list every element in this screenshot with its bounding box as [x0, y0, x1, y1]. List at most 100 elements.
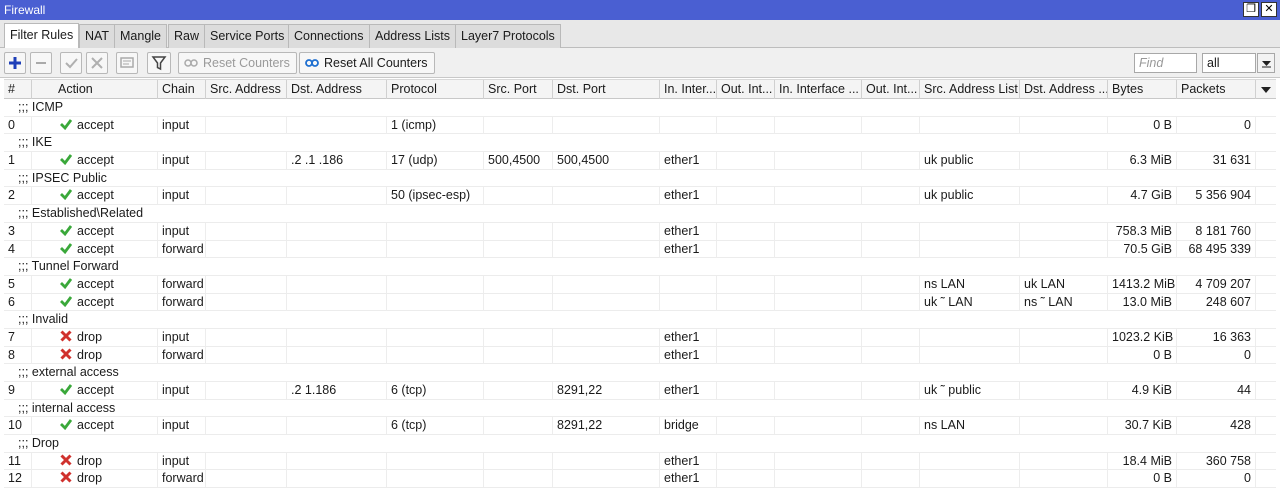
- table-row[interactable]: 12 drop forward ether1 0 B0: [4, 470, 1276, 489]
- column-menu-button[interactable]: [1256, 80, 1276, 99]
- chevron-down-icon: [1261, 87, 1271, 93]
- table-row[interactable]: 10 accept input 6 (tcp) 8291,22 bridge ns LAN 3…: [4, 417, 1276, 436]
- col-src-port: [484, 417, 553, 435]
- col-header-out-interface[interactable]: Out. Int...: [717, 80, 775, 99]
- table-row[interactable]: 11 drop input ether1 18.4 MiB 360 758: [4, 452, 1276, 471]
- col-in-interface-list: [775, 222, 862, 240]
- col-src-address: [206, 382, 287, 399]
- comment-row[interactable]: ;;; Invalid: [4, 311, 1276, 329]
- comment-row[interactable]: ;;; Tunnel Forward: [4, 258, 1276, 276]
- tab-bar: Filter Rules NAT Mangle Raw Service Port…: [0, 20, 1280, 49]
- tab-connections[interactable]: Connections: [288, 24, 370, 48]
- tab-nat[interactable]: NAT: [79, 24, 116, 48]
- table-row[interactable]: 6 accept forward uk ˜ LAN ns ˜ LAN 13.0 MiB 24…: [4, 293, 1276, 312]
- col-dst-port: [553, 346, 660, 364]
- col-out-interface-list: [862, 152, 920, 170]
- table-row[interactable]: 4 accept forward ether1 70.5 GiB 68 495 339: [4, 240, 1276, 259]
- comment-row[interactable]: ;;; external access: [4, 364, 1276, 382]
- table-row[interactable]: 7 drop input ether1 1023.2 KiB 16 363: [4, 328, 1276, 347]
- col-header-protocol[interactable]: Protocol: [387, 80, 484, 99]
- col-header-in-interface[interactable]: In. Inter...: [660, 80, 717, 99]
- col-header-src-address[interactable]: Src. Address: [206, 80, 287, 99]
- col-out-interface-list: [862, 293, 920, 311]
- comment-button[interactable]: [116, 52, 138, 74]
- comment-row[interactable]: ;;; Drop: [4, 435, 1276, 453]
- col-header-src-address-list[interactable]: Src. Address List: [920, 80, 1020, 99]
- comment-row[interactable]: ;;; IKE: [4, 134, 1276, 153]
- tab-address-lists[interactable]: Address Lists: [369, 24, 457, 48]
- col-src-port: [484, 328, 553, 346]
- accept-check-icon: [60, 384, 72, 395]
- col-chain: forward: [158, 470, 206, 488]
- tab-filter-rules[interactable]: Filter Rules: [4, 23, 80, 49]
- col-out-interface-list: [862, 346, 920, 364]
- col-src-port: [484, 346, 553, 364]
- col-dst-address: [287, 275, 387, 293]
- col-num: 9: [4, 382, 32, 399]
- tab-mangle[interactable]: Mangle: [114, 24, 167, 48]
- table-row[interactable]: 9 accept input .2 1.186 6 (tcp) 8291,22 ether1…: [4, 382, 1276, 400]
- col-header-dst-address[interactable]: Dst. Address: [287, 80, 387, 99]
- col-src-address-list: [920, 346, 1020, 364]
- col-header-out-interface-list[interactable]: Out. Int...: [862, 80, 920, 99]
- col-header-src-port[interactable]: Src. Port: [484, 80, 553, 99]
- close-icon[interactable]: ✕: [1261, 2, 1277, 17]
- comment-row[interactable]: ;;; Established\Related: [4, 205, 1276, 223]
- comment-row[interactable]: ;;; ICMP: [4, 99, 1276, 117]
- filter-dropdown-button[interactable]: [1257, 53, 1275, 73]
- table-row[interactable]: 3 accept input ether1 758.3 MiB 8 181 760: [4, 222, 1276, 241]
- col-src-port: [484, 222, 553, 240]
- maximize-icon[interactable]: ❐: [1243, 2, 1259, 17]
- col-header-packets[interactable]: Packets: [1177, 80, 1256, 99]
- col-header-num[interactable]: #: [4, 80, 32, 99]
- col-header-bytes[interactable]: Bytes: [1108, 80, 1177, 99]
- col-src-address: [206, 293, 287, 311]
- table-row[interactable]: 2 accept input 50 (ipsec-esp) ether1 uk publi…: [4, 187, 1276, 206]
- col-num: 4: [4, 240, 32, 258]
- col-header-dst-address-list[interactable]: Dst. Address ...: [1020, 80, 1108, 99]
- table-row[interactable]: 0 accept input 1 (icmp) 0 B0: [4, 116, 1276, 135]
- col-in-interface: [660, 116, 717, 134]
- comment-icon: [120, 57, 134, 68]
- tab-service-ports[interactable]: Service Ports: [204, 24, 291, 48]
- table-header: # Action Chain Src. Address Dst. Address…: [4, 79, 1276, 99]
- col-header-in-interface-list[interactable]: In. Interface ...: [775, 80, 862, 99]
- col-num: 7: [4, 328, 32, 346]
- col-dst-address: [287, 470, 387, 488]
- remove-button[interactable]: [30, 52, 52, 74]
- col-chain: input: [158, 417, 206, 435]
- comment-row[interactable]: ;;; internal access: [4, 400, 1276, 418]
- filter-select[interactable]: all: [1202, 53, 1256, 73]
- col-chain: forward: [158, 346, 206, 364]
- col-src-address: [206, 116, 287, 134]
- col-header-action[interactable]: Action: [54, 80, 158, 99]
- reset-all-counters-button[interactable]: Reset All Counters: [299, 52, 435, 74]
- col-src-port: [484, 187, 553, 205]
- col-action: accept: [54, 116, 158, 134]
- col-chain: input: [158, 187, 206, 205]
- col-header-chain[interactable]: Chain: [158, 80, 206, 99]
- reset-counters-button[interactable]: Reset Counters: [178, 52, 297, 74]
- col-action: accept: [54, 187, 158, 205]
- col-packets: 5 356 904: [1177, 187, 1256, 205]
- col-dst-address: [287, 417, 387, 435]
- filter-button[interactable]: [147, 52, 171, 74]
- disable-button[interactable]: [86, 52, 108, 74]
- col-header-dst-port[interactable]: Dst. Port: [553, 80, 660, 99]
- add-button[interactable]: [4, 52, 26, 74]
- col-in-interface-list: [775, 328, 862, 346]
- comment-row[interactable]: ;;; IPSEC Public: [4, 170, 1276, 188]
- col-action: drop: [54, 328, 158, 346]
- tab-raw[interactable]: Raw: [168, 24, 206, 48]
- col-src-address-list: [920, 116, 1020, 134]
- plus-icon: [9, 57, 21, 69]
- col-protocol: [387, 222, 484, 240]
- table-row[interactable]: 5 accept forward ns LAN uk LAN 1413.2 MiB 4 70…: [4, 275, 1276, 294]
- accept-check-icon: [60, 118, 72, 130]
- table-row[interactable]: 1 accept input .2 .1 .186 17 (udp) 500,4500 50…: [4, 152, 1276, 170]
- col-chain: input: [158, 382, 206, 399]
- tab-layer7-protocols[interactable]: Layer7 Protocols: [455, 24, 561, 48]
- find-input[interactable]: Find: [1134, 53, 1197, 73]
- enable-button[interactable]: [60, 52, 82, 74]
- table-row[interactable]: 8 drop forward ether1 0 B0: [4, 346, 1276, 365]
